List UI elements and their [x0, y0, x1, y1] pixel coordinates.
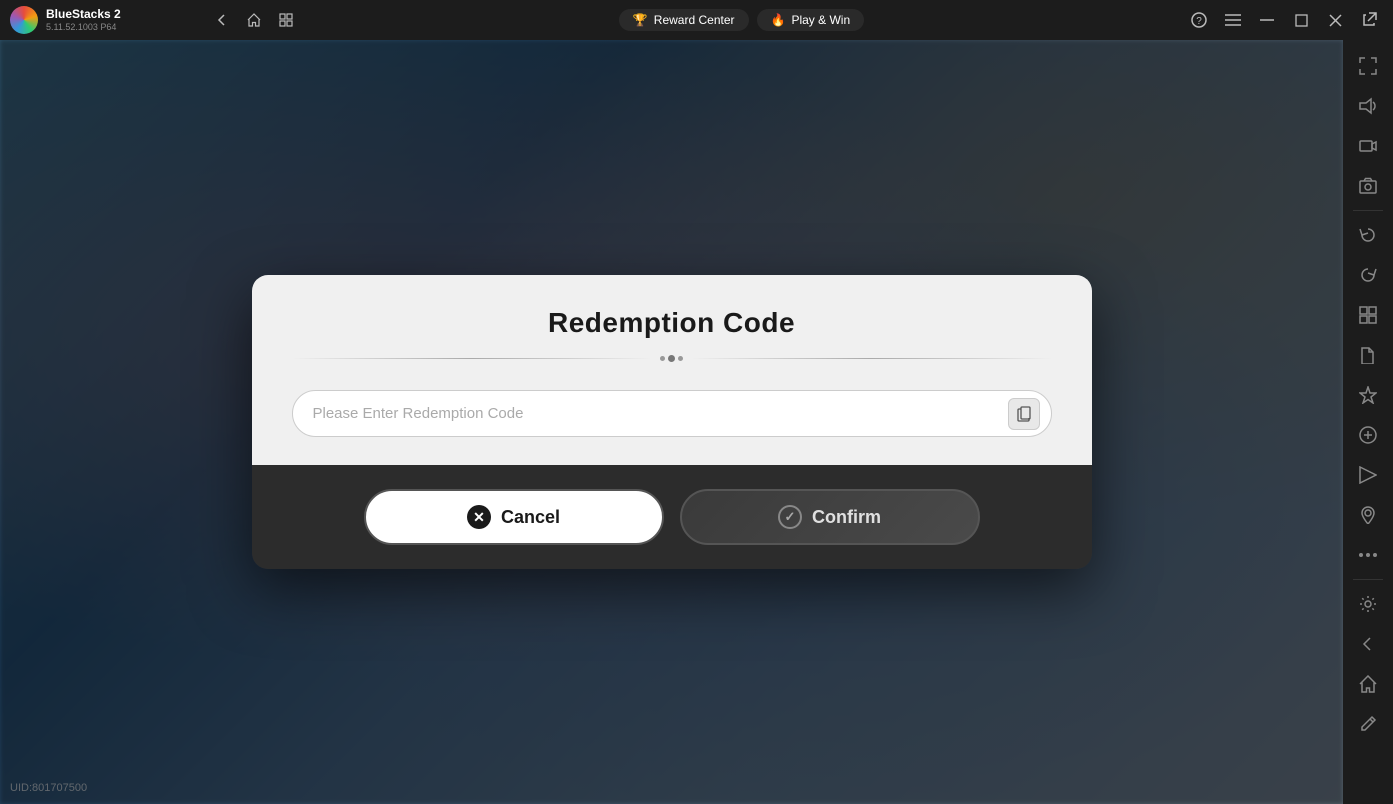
reward-label: Reward Center: [654, 13, 735, 27]
back-button[interactable]: [208, 6, 236, 34]
clipboard-button[interactable]: [1008, 398, 1040, 430]
sidebar-volume-icon[interactable]: [1350, 88, 1386, 124]
restore-button[interactable]: [1285, 4, 1317, 36]
confirm-button[interactable]: ✓ Confirm: [680, 489, 980, 545]
svg-text:?: ?: [1196, 16, 1202, 27]
modal-overlay: Redemption Code: [0, 40, 1343, 804]
dialog-title: Redemption Code: [292, 307, 1052, 339]
input-container: [292, 390, 1052, 437]
topbar-center: 🏆 Reward Center 🔥 Play & Win: [308, 9, 1175, 31]
cancel-label: Cancel: [501, 507, 560, 528]
sidebar-divider-1: [1353, 210, 1383, 211]
sidebar-airplane-icon[interactable]: [1350, 377, 1386, 413]
sidebar-location-icon[interactable]: [1350, 497, 1386, 533]
play-win-label: Play & Win: [791, 13, 850, 27]
divider-dot-2: [668, 355, 675, 362]
topbar: BlueStacks 2 5.11.52.1003 P64 🏆 Reward C…: [0, 0, 1393, 40]
topbar-left: BlueStacks 2 5.11.52.1003 P64: [0, 6, 200, 34]
sidebar-rotate-icon[interactable]: [1350, 217, 1386, 253]
divider-line-right: [691, 358, 1052, 359]
topbar-right: ?: [1175, 4, 1393, 36]
dialog-top: Redemption Code: [252, 275, 1092, 465]
redemption-code-input[interactable]: [292, 390, 1052, 437]
minimize-button[interactable]: [1251, 4, 1283, 36]
confirm-icon: ✓: [778, 505, 802, 529]
sidebar-pen-icon[interactable]: [1350, 706, 1386, 742]
sidebar-more-icon[interactable]: [1350, 537, 1386, 573]
home-button[interactable]: [240, 6, 268, 34]
sidebar-back-icon[interactable]: [1350, 626, 1386, 662]
close-button[interactable]: [1319, 4, 1351, 36]
sidebar-home-icon[interactable]: [1350, 666, 1386, 702]
divider-dot-1: [660, 356, 665, 361]
divider-dots: [660, 355, 683, 362]
play-emoji: 🔥: [771, 13, 786, 27]
tabs-button[interactable]: [272, 6, 300, 34]
sidebar-settings-icon[interactable]: [1350, 586, 1386, 622]
cancel-icon: ✕: [467, 505, 491, 529]
cancel-button[interactable]: ✕ Cancel: [364, 489, 664, 545]
reward-emoji: 🏆: [633, 13, 648, 27]
redemption-dialog: Redemption Code: [252, 275, 1092, 569]
confirm-label: Confirm: [812, 507, 881, 528]
play-win-button[interactable]: 🔥 Play & Win: [757, 9, 865, 31]
reward-center-button[interactable]: 🏆 Reward Center: [619, 9, 749, 31]
bluestacks-logo: [10, 6, 38, 34]
app-title: BlueStacks 2: [46, 7, 121, 21]
divider-line-left: [292, 358, 653, 359]
right-sidebar: [1343, 40, 1393, 804]
app-info: BlueStacks 2 5.11.52.1003 P64: [46, 7, 121, 32]
menu-button[interactable]: [1217, 4, 1249, 36]
sidebar-apps-icon[interactable]: [1350, 297, 1386, 333]
sidebar-fullscreen-icon[interactable]: [1350, 48, 1386, 84]
sidebar-divider-2: [1353, 579, 1383, 580]
sidebar-add-icon[interactable]: [1350, 417, 1386, 453]
expand-button[interactable]: [1353, 4, 1385, 36]
topbar-nav: [200, 6, 308, 34]
app-version: 5.11.52.1003 P64: [46, 22, 121, 33]
dialog-divider: [292, 355, 1052, 362]
help-button[interactable]: ?: [1183, 4, 1215, 36]
sidebar-screenshot-icon[interactable]: [1350, 168, 1386, 204]
sidebar-files-icon[interactable]: [1350, 337, 1386, 373]
sidebar-macro-icon[interactable]: [1350, 457, 1386, 493]
divider-dot-3: [678, 356, 683, 361]
sidebar-refresh-icon[interactable]: [1350, 257, 1386, 293]
dialog-bottom: ✕ Cancel ✓ Confirm: [252, 465, 1092, 569]
sidebar-video-icon[interactable]: [1350, 128, 1386, 164]
